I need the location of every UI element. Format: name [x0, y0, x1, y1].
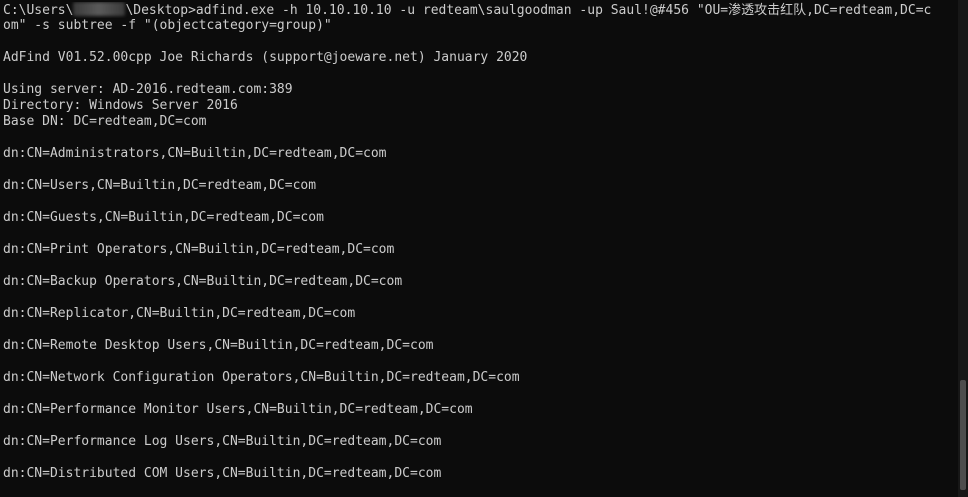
result-line: dn:CN=Print Operators,CN=Builtin,DC=redt… — [3, 242, 395, 257]
result-line: dn:CN=Backup Operators,CN=Builtin,DC=red… — [3, 274, 403, 289]
server-line: Using server: AD-2016.redteam.com:389 — [3, 82, 293, 97]
result-line: dn:CN=Replicator,CN=Builtin,DC=redteam,D… — [3, 306, 356, 321]
adfind-banner: AdFind V01.52.00cpp Joe Richards (suppor… — [3, 50, 528, 65]
result-line: dn:CN=Users,CN=Builtin,DC=redteam,DC=com — [3, 178, 317, 193]
result-line: dn:CN=Guests,CN=Builtin,DC=redteam,DC=co… — [3, 210, 324, 225]
result-line: dn:CN=Remote Desktop Users,CN=Builtin,DC… — [3, 338, 434, 353]
result-line: dn:CN=Administrators,CN=Builtin,DC=redte… — [3, 146, 387, 161]
vertical-scrollbar[interactable] — [958, 0, 968, 497]
result-line: dn:CN=Performance Monitor Users,CN=Built… — [3, 402, 473, 417]
result-line: dn:CN=Distributed COM Users,CN=Builtin,D… — [3, 466, 442, 481]
scrollbar-thumb[interactable] — [960, 380, 966, 490]
command-continuation: om" -s subtree -f "(objectcategory=group… — [3, 18, 332, 33]
prompt-path-suffix: \Desktop> — [125, 3, 196, 18]
console-window[interactable]: C:\Users\ \Desktop>adfind.exe -h 10.10.10… — [0, 0, 958, 497]
result-line: dn:CN=Performance Log Users,CN=Builtin,D… — [3, 434, 442, 449]
directory-line: Directory: Windows Server 2016 — [3, 98, 238, 113]
result-line: dn:CN=Network Configuration Operators,CN… — [3, 370, 520, 385]
base-dn-line: Base DN: DC=redteam,DC=com — [3, 114, 207, 129]
prompt-line: C:\Users\ \Desktop>adfind.exe -h 10.10.10… — [0, 2, 958, 18]
command-text: adfind.exe -h 10.10.10.10 -u redteam\sau… — [195, 3, 932, 18]
redacted-username — [73, 2, 126, 16]
prompt-path-prefix: C:\Users\ — [3, 3, 74, 18]
